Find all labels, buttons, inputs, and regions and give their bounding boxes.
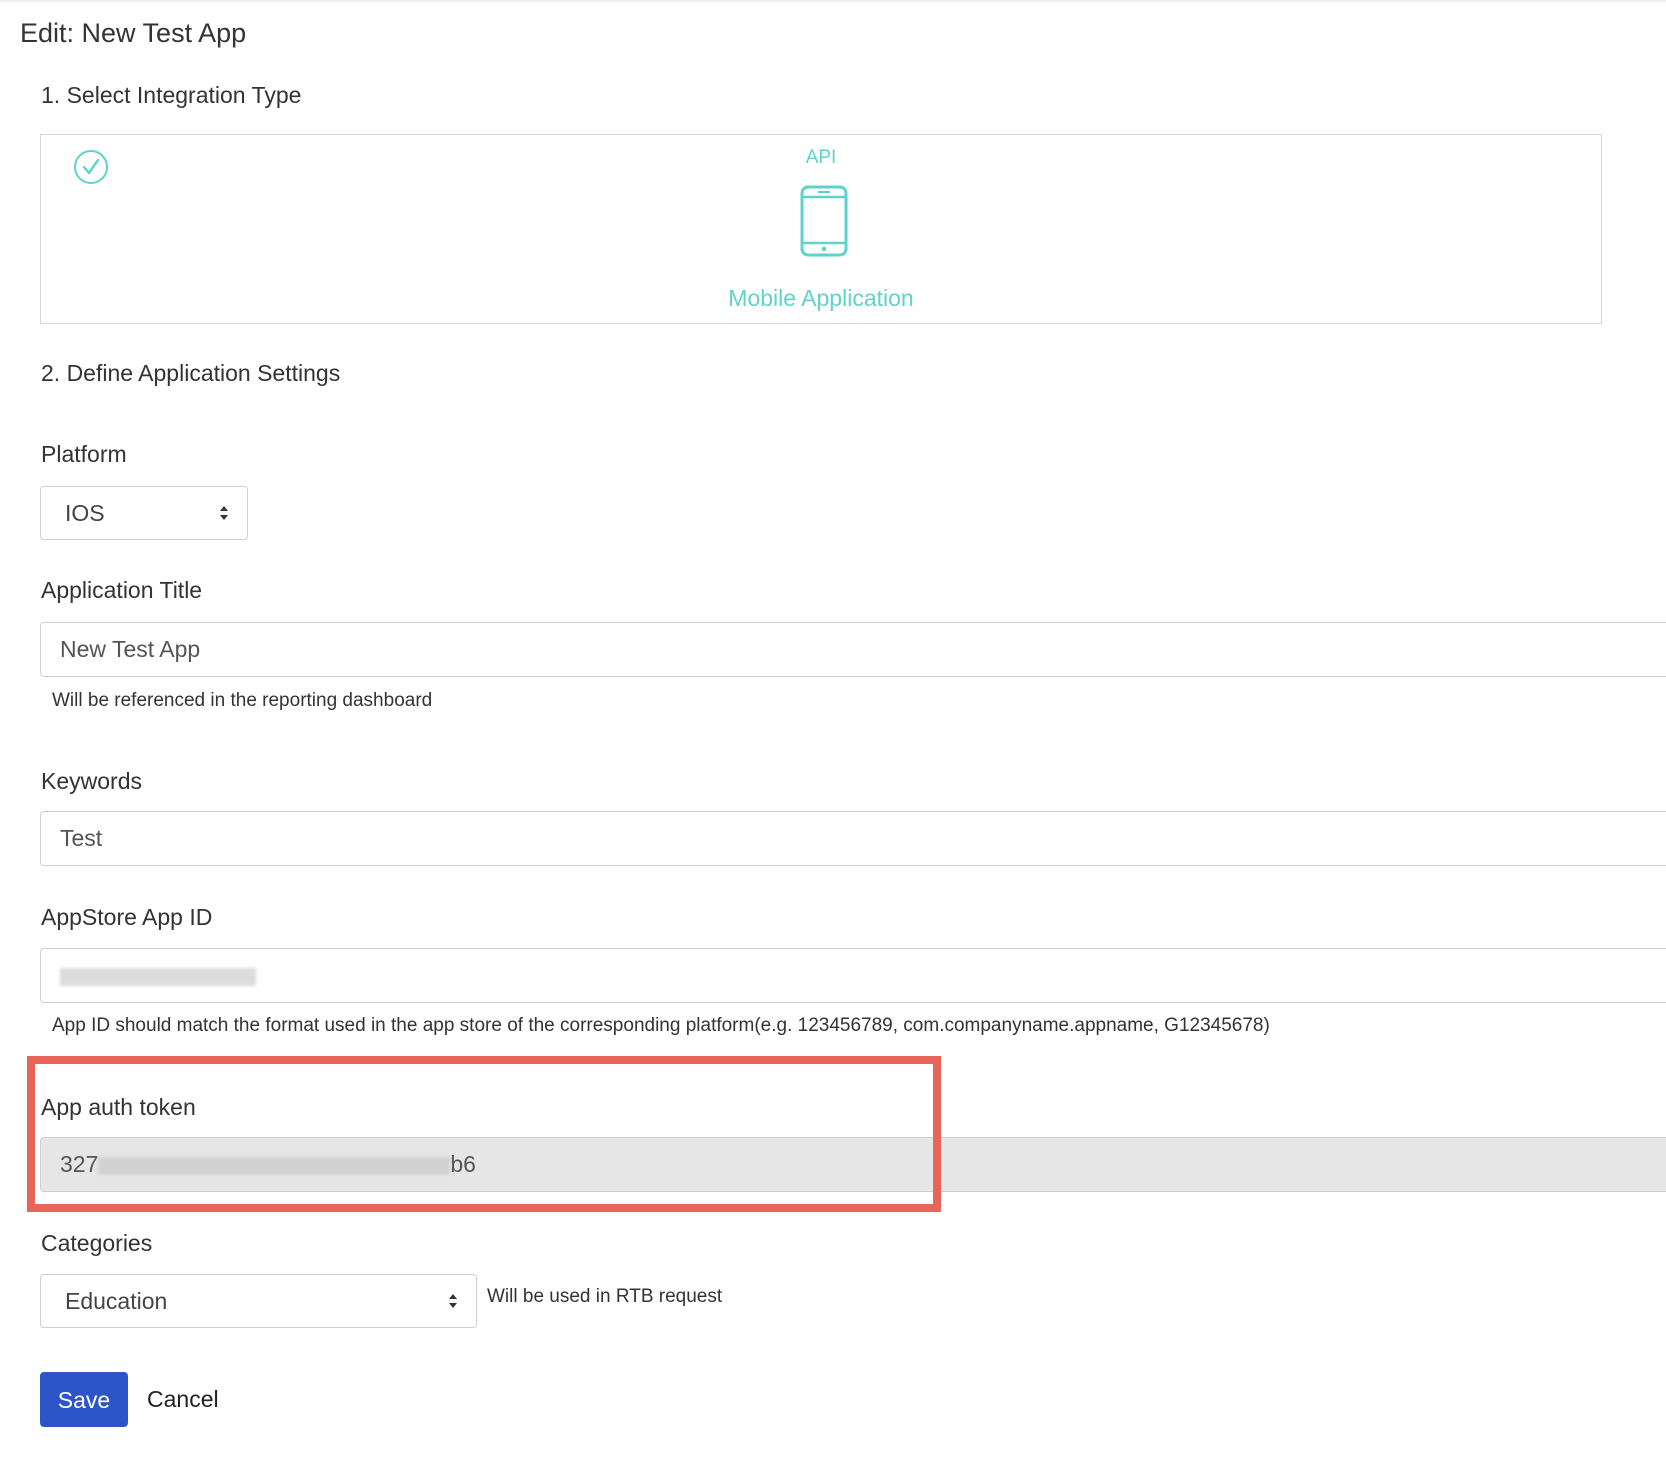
save-button[interactable]: Save bbox=[40, 1372, 128, 1427]
platform-label: Platform bbox=[41, 441, 127, 467]
appstore-id-label: AppStore App ID bbox=[41, 904, 213, 930]
select-arrows-icon bbox=[220, 506, 228, 520]
appstore-id-help: App ID should match the format used in t… bbox=[52, 1015, 1270, 1036]
platform-select[interactable]: IOS bbox=[40, 486, 248, 540]
auth-token-label: App auth token bbox=[41, 1094, 196, 1120]
application-title-help: Will be referenced in the reporting dash… bbox=[52, 690, 433, 711]
application-title-label: Application Title bbox=[41, 577, 203, 603]
application-title-input[interactable]: New Test App bbox=[40, 622, 1666, 677]
api-badge: API bbox=[805, 147, 837, 168]
keywords-label: Keywords bbox=[41, 768, 142, 794]
auth-token-input[interactable]: 327 b6 bbox=[40, 1137, 1666, 1192]
platform-select-value: IOS bbox=[65, 500, 105, 526]
mobile-phone-icon bbox=[800, 185, 848, 257]
cancel-button[interactable]: Cancel bbox=[147, 1372, 219, 1427]
step1-heading: 1. Select Integration Type bbox=[41, 82, 302, 108]
step2-heading: 2. Define Application Settings bbox=[41, 360, 341, 386]
categories-select-value: Education bbox=[65, 1288, 168, 1314]
categories-select[interactable]: Education bbox=[40, 1274, 477, 1328]
categories-label: Categories bbox=[41, 1230, 153, 1256]
keywords-input[interactable]: Test bbox=[40, 811, 1666, 866]
page-title: Edit: New Test App bbox=[20, 18, 247, 48]
integration-type-card[interactable]: API Mobile Application bbox=[40, 134, 1602, 324]
auth-token-prefix: 327 bbox=[60, 1151, 99, 1177]
select-arrows-icon bbox=[449, 1294, 457, 1308]
appstore-id-input[interactable] bbox=[40, 948, 1666, 1003]
categories-help: Will be used in RTB request bbox=[487, 1286, 723, 1307]
top-shadow bbox=[0, 0, 1666, 4]
redacted-token bbox=[98, 1156, 451, 1175]
integration-option-title: Mobile Application bbox=[728, 285, 914, 311]
redacted-value bbox=[60, 967, 256, 986]
auth-token-suffix: b6 bbox=[450, 1151, 476, 1177]
edit-app-page: Edit: New Test App 1. Select Integration… bbox=[0, 0, 1666, 1468]
